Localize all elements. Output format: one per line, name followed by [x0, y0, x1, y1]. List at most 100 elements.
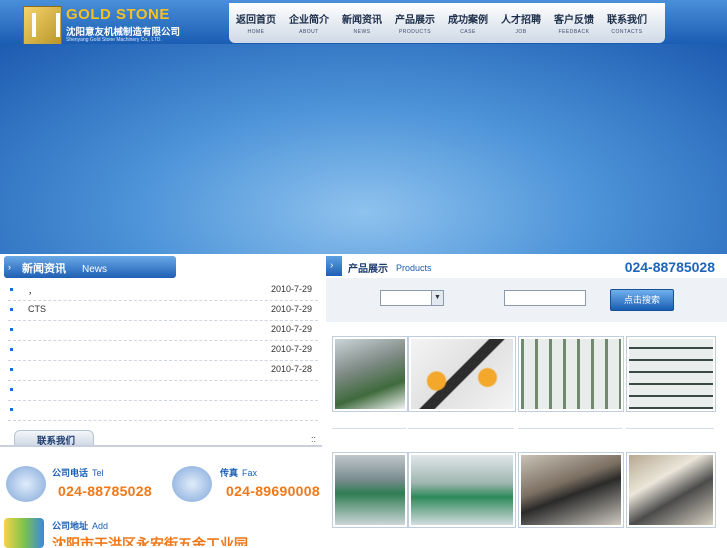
roller-module-photo-icon	[411, 339, 513, 409]
nav-sublabel: JOB	[515, 29, 527, 35]
bullet-icon	[10, 408, 13, 411]
nav-sublabel: FEEDBACK	[558, 29, 590, 35]
chevron-right-icon: ›	[330, 260, 334, 271]
product-tile[interactable]	[332, 336, 408, 412]
news-row-date: 2010-7-29	[270, 344, 312, 354]
nav-label: 产品展示	[395, 15, 435, 26]
bullet-icon	[10, 328, 13, 331]
news-row[interactable]: CTS 2010-7-29	[8, 300, 318, 321]
brand-title[interactable]: GOLD STONE	[66, 6, 170, 23]
fax-label-en: Fax	[242, 468, 258, 478]
product-caption	[332, 414, 406, 429]
bullet-icon	[10, 288, 13, 291]
brand-en-name: Shenyang Gold Stone Machinery Co., LTD.	[66, 37, 162, 43]
chevron-right-icon: ›	[8, 262, 11, 272]
phone-label: 公司电话 Tel	[52, 466, 104, 479]
news-row-title[interactable]: ，	[28, 284, 37, 297]
phone-icon	[6, 466, 46, 502]
nav-sublabel: PRODUCTS	[398, 29, 432, 35]
address-icon	[4, 518, 44, 548]
nav-label: 成功案例	[448, 15, 488, 26]
nav-about[interactable]: 企业简介 ABOUT	[284, 11, 334, 35]
product-caption	[408, 414, 514, 429]
more-dots[interactable]: ::	[311, 434, 316, 444]
news-row[interactable]: ， 2010-7-29	[8, 280, 318, 301]
nav-news[interactable]: 新闻资讯 NEWS	[337, 11, 387, 35]
conveyor-machine-photo-icon	[629, 455, 713, 525]
address-label-en: Add	[92, 521, 109, 531]
hero-banner	[0, 44, 727, 254]
nav-label: 联系我们	[607, 15, 647, 26]
workshop-line-photo-icon	[411, 455, 513, 525]
product-caption	[518, 414, 622, 429]
nav-contacts[interactable]: 联系我们 CONTACTS	[602, 11, 652, 35]
fax-icon	[172, 466, 212, 502]
brand-cn-name: 沈阳意友机械制造有限公司	[66, 27, 181, 38]
bullet-icon	[10, 308, 13, 311]
nav-job[interactable]: 人才招聘 JOB	[496, 11, 546, 35]
product-caption	[626, 414, 714, 429]
nav-label: 返回首页	[236, 15, 276, 26]
nav-products[interactable]: 产品展示 PRODUCTS	[390, 11, 440, 35]
nav-home[interactable]: 返回首页 HOME	[231, 11, 281, 35]
nav-case[interactable]: 成功案例 CASE	[443, 11, 493, 35]
right-column: › 产品展示 Products 024-88785028 ▼ 点击搜索	[326, 254, 727, 545]
pipe-rack-photo-icon	[521, 339, 621, 409]
fax-label: 传真 Fax	[220, 466, 257, 479]
products-title-en: Products	[396, 263, 432, 273]
product-tile[interactable]	[518, 336, 624, 412]
nav-label: 新闻资讯	[342, 15, 382, 26]
nav-feedback[interactable]: 客户反馈 FEEDBACK	[549, 11, 599, 35]
product-tile[interactable]	[626, 452, 716, 528]
product-tile[interactable]	[408, 336, 516, 412]
arrow-box: ›	[326, 256, 342, 276]
nav-sublabel: CASE	[460, 29, 476, 35]
address-label-cn: 公司地址	[52, 521, 89, 531]
site-header: GOLD STONE 沈阳意友机械制造有限公司 Shenyang Gold St…	[0, 0, 727, 45]
product-tile[interactable]	[332, 452, 408, 528]
conveyor-line-photo-icon	[335, 339, 405, 409]
nav-sublabel: ABOUT	[299, 29, 319, 35]
divider	[0, 445, 322, 447]
news-row[interactable]: 2010-7-29	[8, 340, 318, 361]
nav-label: 企业简介	[289, 15, 329, 26]
product-tile[interactable]	[626, 336, 716, 412]
news-row-date: 2010-7-28	[270, 364, 312, 374]
category-select[interactable]: ▼	[380, 290, 444, 306]
news-row-date: 2010-7-29	[270, 304, 312, 314]
keyword-input[interactable]	[504, 290, 586, 306]
logo-icon[interactable]	[23, 6, 62, 45]
belt-conveyor-photo-icon	[521, 455, 621, 525]
nav-sublabel: NEWS	[353, 29, 371, 35]
product-tile[interactable]	[408, 452, 516, 528]
bullet-icon	[10, 348, 13, 351]
news-row[interactable]: 2010-7-28	[8, 360, 318, 381]
address-text: 沈阳市于洪区永安街五金工业园	[52, 536, 248, 546]
phone-number: 024-88785028	[58, 483, 152, 499]
address-label: 公司地址 Add	[52, 519, 108, 532]
news-row[interactable]	[8, 400, 318, 421]
left-column: › 新闻资讯 News ， 2010-7-29 CTS 2010-7-29 20…	[0, 254, 324, 548]
phone-label-cn: 公司电话	[52, 468, 89, 478]
nav-sublabel: HOME	[247, 29, 265, 35]
product-tile[interactable]	[518, 452, 624, 528]
news-row-title[interactable]: CTS	[28, 304, 46, 314]
search-bar: ▼ 点击搜索	[326, 278, 727, 322]
nav-sublabel: CONTACTS	[611, 29, 643, 35]
news-row-date: 2010-7-29	[270, 284, 312, 294]
news-title-en: News	[82, 264, 108, 275]
news-row[interactable]: 2010-7-29	[8, 320, 318, 341]
bullet-icon	[10, 388, 13, 391]
fax-number: 024-89690008	[226, 483, 320, 499]
chevron-down-icon[interactable]: ▼	[431, 291, 443, 305]
fax-label-cn: 传真	[220, 468, 239, 478]
news-title: 新闻资讯	[22, 263, 66, 275]
news-section-header: › 新闻资讯 News	[4, 256, 176, 278]
header-phone: 024-88785028	[624, 259, 715, 275]
news-row[interactable]	[8, 380, 318, 401]
bullet-icon	[10, 368, 13, 371]
search-button[interactable]: 点击搜索	[610, 289, 674, 311]
pipe-shelf-photo-icon	[629, 339, 713, 409]
products-title: 产品展示	[348, 264, 388, 275]
phone-label-en: Tel	[92, 468, 104, 478]
